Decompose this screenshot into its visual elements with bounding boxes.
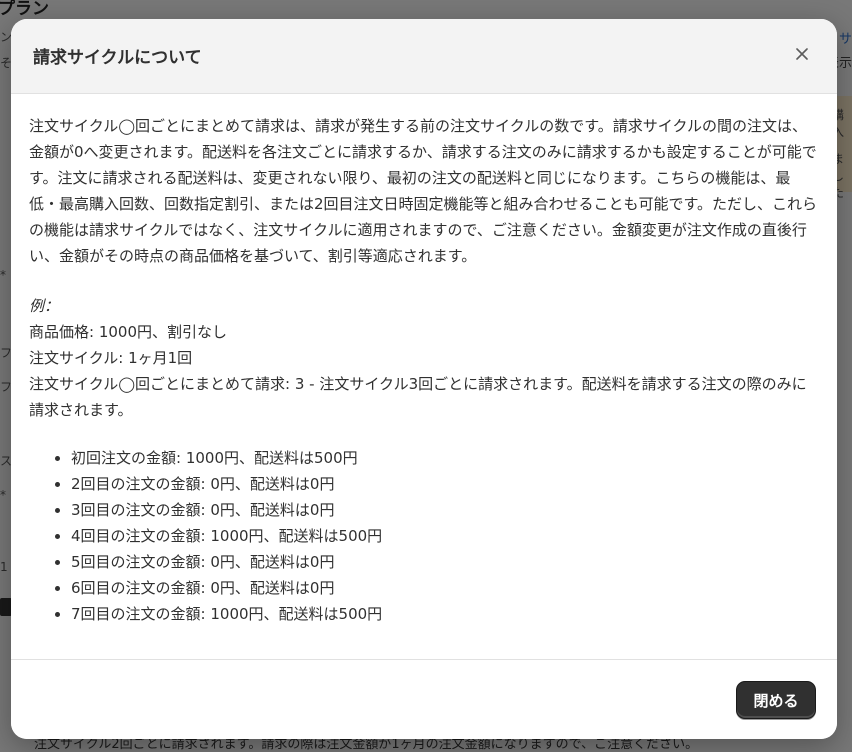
close-icon bbox=[796, 48, 808, 60]
modal-title: 請求サイクルについて bbox=[33, 48, 202, 68]
modal-footer: 閉める bbox=[11, 659, 837, 739]
example-line: 注文サイクル◯回ごとにまとめて請求: 3 - 注文サイクル3回ごとに請求されます… bbox=[29, 375, 807, 419]
list-item: 2回目の注文の金額: 0円、配送料は0円 bbox=[71, 471, 819, 497]
close-button[interactable] bbox=[789, 41, 815, 67]
example-line: 注文サイクル: 1ヶ月1回 bbox=[29, 349, 193, 367]
list-item: 4回目の注文の金額: 1000円、配送料は500円 bbox=[71, 523, 819, 549]
description-text: 注文サイクル◯回ごとにまとめて請求は、請求が発生する前の注文サイクルの数です。請… bbox=[29, 117, 818, 265]
list-item: 5回目の注文の金額: 0円、配送料は0円 bbox=[71, 549, 819, 575]
example-line: 商品価格: 1000円、割引なし bbox=[29, 323, 227, 341]
modal-header: 請求サイクルについて bbox=[11, 19, 837, 94]
close-modal-button[interactable]: 閉める bbox=[736, 681, 816, 719]
modal-body: 注文サイクル◯回ごとにまとめて請求は、請求が発生する前の注文サイクルの数です。請… bbox=[29, 113, 819, 627]
example-label: 例： bbox=[29, 297, 60, 315]
billing-cycle-info-modal: 請求サイクルについて 注文サイクル◯回ごとにまとめて請求は、請求が発生する前の注… bbox=[11, 19, 837, 739]
list-item: 6回目の注文の金額: 0円、配送料は0円 bbox=[71, 575, 819, 601]
list-item: 初回注文の金額: 1000円、配送料は500円 bbox=[71, 445, 819, 471]
list-item: 3回目の注文の金額: 0円、配送料は0円 bbox=[71, 497, 819, 523]
example-bullet-list: 初回注文の金額: 1000円、配送料は500円 2回目の注文の金額: 0円、配送… bbox=[29, 445, 819, 627]
list-item: 7回目の注文の金額: 1000円、配送料は500円 bbox=[71, 601, 819, 627]
